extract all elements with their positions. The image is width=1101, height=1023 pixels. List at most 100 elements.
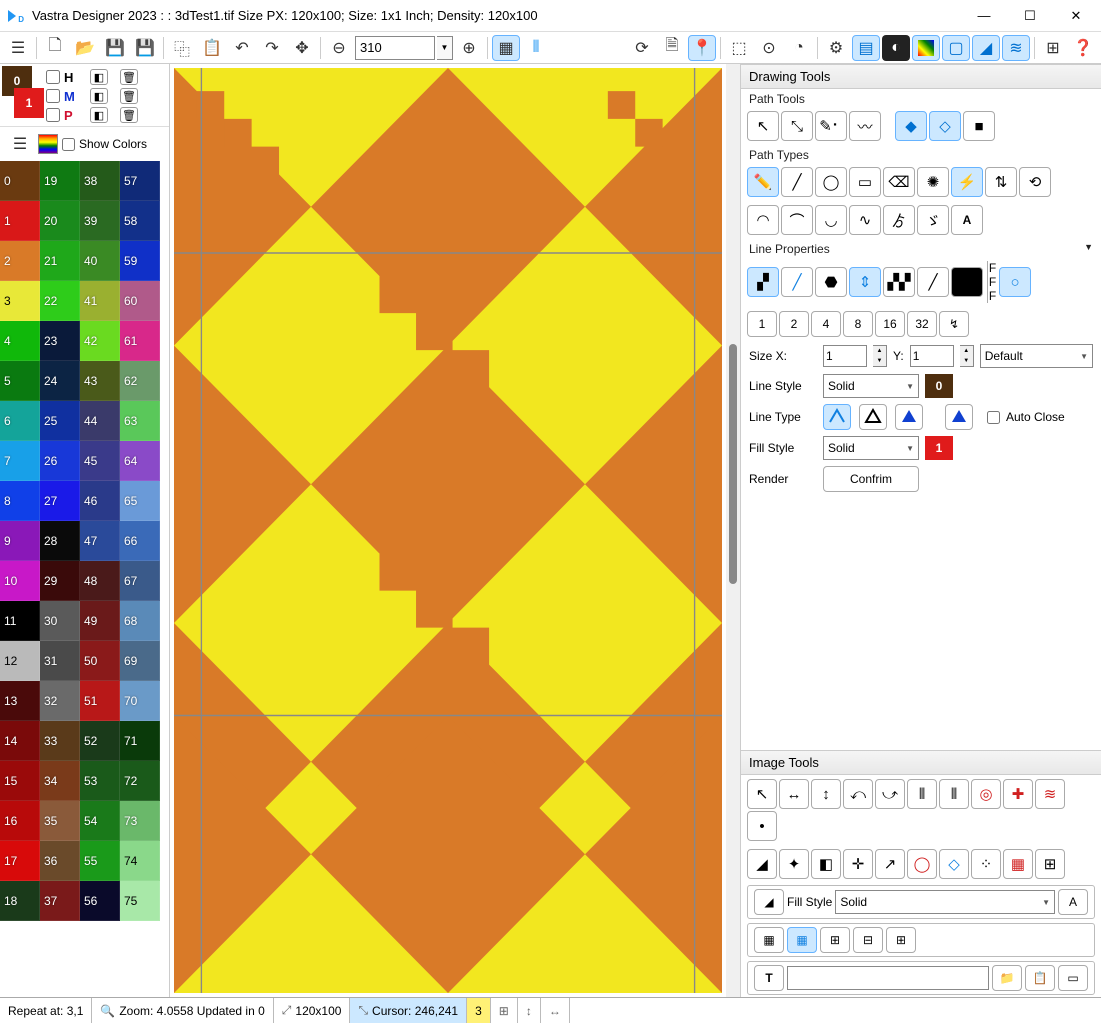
thickness-2[interactable]: 2 <box>779 311 809 337</box>
palette-cell[interactable]: 65 <box>120 481 160 521</box>
palette-cell[interactable]: 16 <box>0 801 40 841</box>
pencil-icon[interactable]: ✏️ <box>747 167 779 197</box>
zoom-out-icon[interactable]: ⊖ <box>325 35 353 61</box>
ruler-icon[interactable]: ⦀ <box>522 35 550 61</box>
move-node-icon[interactable]: ⤡ <box>781 111 813 141</box>
vertical-scrollbar[interactable] <box>726 64 740 997</box>
save-icon[interactable]: 💾 <box>101 35 129 61</box>
img-fliph-icon[interactable]: ⦀ <box>907 779 937 809</box>
hmp-edit-icon[interactable]: ◧ <box>90 107 108 123</box>
palette-cell[interactable]: 43 <box>80 361 120 401</box>
select-area-icon[interactable]: ⬚ <box>725 35 753 61</box>
palette-cell[interactable]: 29 <box>40 561 80 601</box>
zoom-in-icon[interactable]: ⊕ <box>455 35 483 61</box>
palette-cell[interactable]: 68 <box>120 601 160 641</box>
clipboard-icon[interactable]: 📋 <box>1025 965 1055 991</box>
layer-b-icon[interactable]: ◇ <box>929 111 961 141</box>
palette-cell[interactable]: 13 <box>0 681 40 721</box>
stroke-step-icon[interactable]: ▞ <box>747 267 779 297</box>
palette-cell[interactable]: 40 <box>80 241 120 281</box>
palette-cell[interactable]: 8 <box>0 481 40 521</box>
spline2-icon[interactable]: ゞ <box>917 205 949 235</box>
palette-cell[interactable]: 28 <box>40 521 80 561</box>
palette-cell[interactable]: 22 <box>40 281 80 321</box>
img-ring-icon[interactable]: ◯ <box>907 849 937 879</box>
layer-a-icon[interactable]: ◆ <box>895 111 927 141</box>
status-extra-2[interactable]: ↕ <box>518 998 541 1023</box>
img-harrow-icon[interactable]: ↔ <box>779 779 809 809</box>
maximize-button[interactable]: ☐ <box>1007 0 1053 32</box>
bucket-icon[interactable]: ◢ <box>972 35 1000 61</box>
hmp-delete-icon[interactable]: 🗑 <box>120 107 138 123</box>
palette-cell[interactable]: 12 <box>0 641 40 681</box>
stroke-round-icon[interactable]: ⬣ <box>815 267 847 297</box>
palette-cell[interactable]: 14 <box>0 721 40 761</box>
img-pattern-icon[interactable]: ▦ <box>1003 849 1033 879</box>
palette-cell[interactable]: 19 <box>40 161 80 201</box>
new-file-icon[interactable]: 🗋 <box>41 35 69 61</box>
palette-cell[interactable]: 75 <box>120 881 160 921</box>
palette-cell[interactable]: 26 <box>40 441 80 481</box>
eraser-icon[interactable]: ⌫ <box>883 167 915 197</box>
line-type-extra-icon[interactable] <box>945 404 973 430</box>
thickness-32[interactable]: 32 <box>907 311 937 337</box>
grid-dense-icon[interactable]: ▦ <box>754 927 784 953</box>
img-fill-a-button[interactable]: A <box>1058 889 1088 915</box>
curve-node-icon[interactable]: 〰 <box>849 111 881 141</box>
img-fill-bucket-icon[interactable]: ◢ <box>754 889 784 915</box>
spline-icon[interactable]: ゟ <box>883 205 915 235</box>
palette-cell[interactable]: 21 <box>40 241 80 281</box>
line-color-chip[interactable]: 0 <box>925 374 953 398</box>
bezier-icon[interactable]: ∿ <box>849 205 881 235</box>
palette-cell[interactable]: 46 <box>80 481 120 521</box>
timer-icon[interactable]: ◔ <box>785 35 813 61</box>
play-icon[interactable]: ⊙ <box>755 35 783 61</box>
help-icon[interactable]: ❓ <box>1069 35 1097 61</box>
stop-icon[interactable]: ■ <box>963 111 995 141</box>
palette-cell[interactable]: 37 <box>40 881 80 921</box>
move-icon[interactable]: ✥ <box>288 35 316 61</box>
text-icon[interactable]: A <box>951 205 983 235</box>
arc2-icon[interactable]: ◠ <box>747 205 779 235</box>
img-more-icon[interactable]: • <box>747 811 777 841</box>
palette-cell[interactable]: 6 <box>0 401 40 441</box>
thickness-custom-icon[interactable]: ↯ <box>939 311 969 337</box>
palette-cell[interactable]: 17 <box>0 841 40 881</box>
size-y-input[interactable] <box>910 345 954 367</box>
stroke-both-icon[interactable]: ⇕ <box>849 267 881 297</box>
img-varrow-icon[interactable]: ↕ <box>811 779 841 809</box>
doc-tool-icon[interactable]: 🗎 <box>658 35 686 61</box>
grid-med-icon[interactable]: ▦ <box>787 927 817 953</box>
palette-cell[interactable]: 24 <box>40 361 80 401</box>
palette-cell[interactable]: 9 <box>0 521 40 561</box>
sync-icon[interactable]: ⟲ <box>1019 167 1051 197</box>
palette-cell[interactable]: 62 <box>120 361 160 401</box>
palette-cell[interactable]: 5 <box>0 361 40 401</box>
palette-cell[interactable]: 30 <box>40 601 80 641</box>
arc4-icon[interactable]: ◡ <box>815 205 847 235</box>
palette-cell[interactable]: 72 <box>120 761 160 801</box>
palette-cell[interactable]: 25 <box>40 401 80 441</box>
palette-cell[interactable]: 3 <box>0 281 40 321</box>
palette-cell[interactable]: 55 <box>80 841 120 881</box>
img-rotl-icon[interactable]: ⤺ <box>843 779 873 809</box>
palette-cell[interactable]: 54 <box>80 801 120 841</box>
status-extra-3[interactable]: ↔ <box>541 998 570 1023</box>
blank-icon[interactable]: ▭ <box>1058 965 1088 991</box>
copy-icon[interactable]: ⿻ <box>168 35 196 61</box>
palette-cell[interactable]: 7 <box>0 441 40 481</box>
line-type-outline-icon[interactable] <box>859 404 887 430</box>
collapse-arrow-icon[interactable]: ▼ <box>1084 242 1093 252</box>
stroke-diag-icon[interactable]: ╱ <box>781 267 813 297</box>
img-wave-icon[interactable]: ≋ <box>1035 779 1065 809</box>
palette-cell[interactable]: 45 <box>80 441 120 481</box>
size-mode-select[interactable]: Default▼ <box>980 344 1093 368</box>
paste-icon[interactable]: 📋 <box>198 35 226 61</box>
palette-cell[interactable]: 35 <box>40 801 80 841</box>
palette-cell[interactable]: 18 <box>0 881 40 921</box>
browse-icon[interactable]: 📁 <box>992 965 1022 991</box>
palette-cell[interactable]: 52 <box>80 721 120 761</box>
img-flipv-icon[interactable]: ⫴ <box>939 779 969 809</box>
confirm-button[interactable]: Confrim <box>823 466 919 492</box>
palette-cell[interactable]: 59 <box>120 241 160 281</box>
